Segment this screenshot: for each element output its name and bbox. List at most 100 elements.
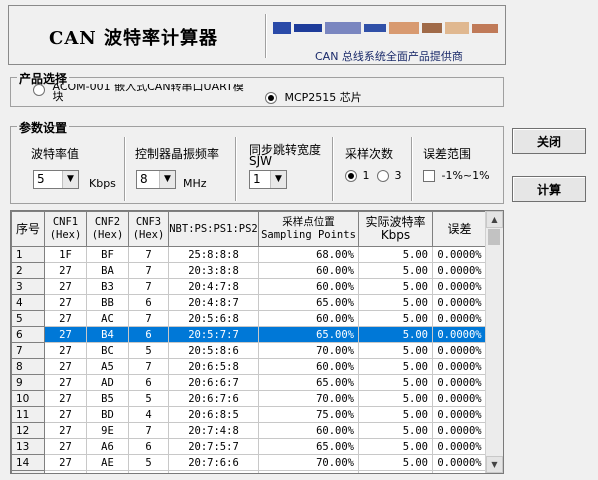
row-number[interactable]: 12 — [11, 422, 45, 439]
table-cell[interactable]: 20:7:7:5 — [168, 470, 259, 473]
table-cell[interactable]: 7 — [128, 422, 169, 439]
table-cell[interactable]: 5.00 — [358, 246, 433, 263]
table-cell[interactable]: 7 — [128, 358, 169, 375]
row-number[interactable]: 13 — [11, 438, 45, 455]
table-row[interactable]: 2 27 BA 7 20:3:8:8 60.00% 5.00 0.0000% — [11, 262, 487, 279]
table-cell[interactable]: 27 — [44, 342, 87, 359]
table-cell[interactable]: 0.0000% — [432, 342, 487, 359]
chevron-down-icon[interactable]: ▼ — [270, 171, 286, 188]
mcp2515-radio[interactable] — [265, 92, 277, 104]
table-row[interactable]: 13 27 A6 6 20:7:5:7 65.00% 5.00 0.0000% — [11, 438, 487, 455]
table-cell[interactable]: 0.0000% — [432, 262, 487, 279]
table-cell[interactable]: BB — [86, 294, 129, 311]
table-cell[interactable]: 65.00% — [258, 438, 359, 455]
table-row[interactable]: 1 1F BF 7 25:8:8:8 68.00% 5.00 0.0000% — [11, 246, 487, 263]
table-cell[interactable]: AE — [86, 454, 129, 471]
table-cell[interactable]: B3 — [86, 278, 129, 295]
table-row[interactable]: 1527B6420:7:7:575.00%5.000.0000% — [11, 470, 487, 473]
table-cell[interactable]: 0.0000% — [432, 390, 487, 407]
table-cell[interactable]: 65.00% — [258, 294, 359, 311]
table-row[interactable]: 10 27 B5 5 20:6:7:6 70.00% 5.00 0.0000% — [11, 390, 487, 407]
table-cell[interactable]: 5.00 — [358, 342, 433, 359]
table-cell[interactable]: 0.0000% — [432, 422, 487, 439]
table-cell[interactable]: 5.00 — [358, 326, 433, 343]
table-row[interactable]: 6 27 B4 6 20:5:7:7 65.00% 5.00 0.0000% — [11, 326, 487, 343]
row-number[interactable]: 1 — [11, 246, 45, 263]
table-cell[interactable]: 25:8:8:8 — [168, 246, 259, 263]
table-cell[interactable]: 70.00% — [258, 342, 359, 359]
table-cell[interactable]: BD — [86, 406, 129, 423]
table-cell[interactable]: 5.00 — [358, 390, 433, 407]
table-cell[interactable]: 20:4:8:7 — [168, 294, 259, 311]
table-cell[interactable]: BF — [86, 246, 129, 263]
table-cell[interactable]: 20:7:5:7 — [168, 438, 259, 455]
table-cell[interactable]: 27 — [44, 358, 87, 375]
table-cell[interactable]: 7 — [128, 246, 169, 263]
table-row[interactable]: 12 27 9E 7 20:7:4:8 60.00% 5.00 0.0000% — [11, 422, 487, 439]
table-cell[interactable]: 7 — [128, 278, 169, 295]
table-cell[interactable]: 68.00% — [258, 246, 359, 263]
table-cell[interactable]: 0.0000% — [432, 358, 487, 375]
table-cell[interactable]: 0.0000% — [432, 310, 487, 327]
table-cell[interactable]: 27 — [44, 326, 87, 343]
table-cell[interactable]: 5.00 — [358, 358, 433, 375]
table-cell[interactable]: 27 — [44, 374, 87, 391]
table-cell[interactable]: 5 — [128, 342, 169, 359]
table-cell[interactable]: 6 — [128, 438, 169, 455]
table-cell[interactable]: B4 — [86, 326, 129, 343]
close-button[interactable]: 关闭 — [512, 128, 586, 154]
scroll-thumb[interactable] — [488, 229, 500, 245]
table-cell[interactable]: 20:6:5:8 — [168, 358, 259, 375]
table-cell[interactable]: 27 — [44, 438, 87, 455]
table-cell[interactable]: 6 — [128, 326, 169, 343]
product-option-mcp2515[interactable]: MCP2515 芯片 — [265, 89, 362, 105]
row-number[interactable]: 15 — [11, 470, 45, 473]
table-cell[interactable]: 65.00% — [258, 326, 359, 343]
sample-3-radio[interactable] — [377, 170, 389, 182]
table-cell[interactable]: 60.00% — [258, 262, 359, 279]
table-cell[interactable]: 5.00 — [358, 374, 433, 391]
table-row[interactable]: 8 27 A5 7 20:6:5:8 60.00% 5.00 0.0000% — [11, 358, 487, 375]
table-cell[interactable]: B6 — [86, 470, 129, 473]
table-cell[interactable]: 27 — [44, 406, 87, 423]
table-cell[interactable]: BC — [86, 342, 129, 359]
row-number[interactable]: 4 — [11, 294, 45, 311]
chevron-down-icon[interactable]: ▼ — [62, 171, 78, 188]
scroll-up-icon[interactable]: ▲ — [486, 211, 503, 228]
table-cell[interactable]: 70.00% — [258, 454, 359, 471]
column-header[interactable]: 序号 — [11, 211, 45, 247]
table-row[interactable]: 4 27 BB 6 20:4:8:7 65.00% 5.00 0.0000% — [11, 294, 487, 311]
table-cell[interactable]: 5.00 — [358, 406, 433, 423]
table-cell[interactable]: 5.00 — [358, 294, 433, 311]
table-cell[interactable]: 20:6:6:7 — [168, 374, 259, 391]
table-cell[interactable]: 9E — [86, 422, 129, 439]
row-number[interactable]: 5 — [11, 310, 45, 327]
column-header[interactable]: CNF2 (Hex) — [86, 211, 129, 247]
table-cell[interactable]: 0.0000% — [432, 294, 487, 311]
table-row[interactable]: 14 27 AE 5 20:7:6:6 70.00% 5.00 0.0000% — [11, 454, 487, 471]
table-cell[interactable]: 20:6:8:5 — [168, 406, 259, 423]
row-number[interactable]: 10 — [11, 390, 45, 407]
table-cell[interactable]: 4 — [128, 406, 169, 423]
table-cell[interactable]: 60.00% — [258, 310, 359, 327]
table-row[interactable]: 9 27 AD 6 20:6:6:7 65.00% 5.00 0.0000% — [11, 374, 487, 391]
table-cell[interactable]: 75.00% — [258, 470, 359, 473]
sample-option-1[interactable]: 1 — [345, 169, 370, 182]
product-option-acom[interactable]: ACOM-001 嵌入式CAN转串口UART模块 — [33, 84, 251, 104]
error-checkbox[interactable] — [423, 170, 435, 182]
table-cell[interactable]: 0.0000% — [432, 374, 487, 391]
table-cell[interactable]: 0.0000% — [432, 246, 487, 263]
table-cell[interactable]: 5.00 — [358, 438, 433, 455]
row-number[interactable]: 14 — [11, 454, 45, 471]
table-cell[interactable]: 20:4:7:8 — [168, 278, 259, 295]
chevron-down-icon[interactable]: ▼ — [159, 171, 175, 188]
table-cell[interactable]: 5.00 — [358, 262, 433, 279]
table-cell[interactable]: AD — [86, 374, 129, 391]
row-number[interactable]: 8 — [11, 358, 45, 375]
table-cell[interactable]: 70.00% — [258, 390, 359, 407]
table-cell[interactable]: 6 — [128, 374, 169, 391]
table-cell[interactable]: 20:5:8:6 — [168, 342, 259, 359]
row-number[interactable]: 9 — [11, 374, 45, 391]
column-header[interactable]: 误差 — [432, 211, 487, 247]
vertical-scrollbar[interactable]: ▲ ▼ — [485, 211, 503, 473]
